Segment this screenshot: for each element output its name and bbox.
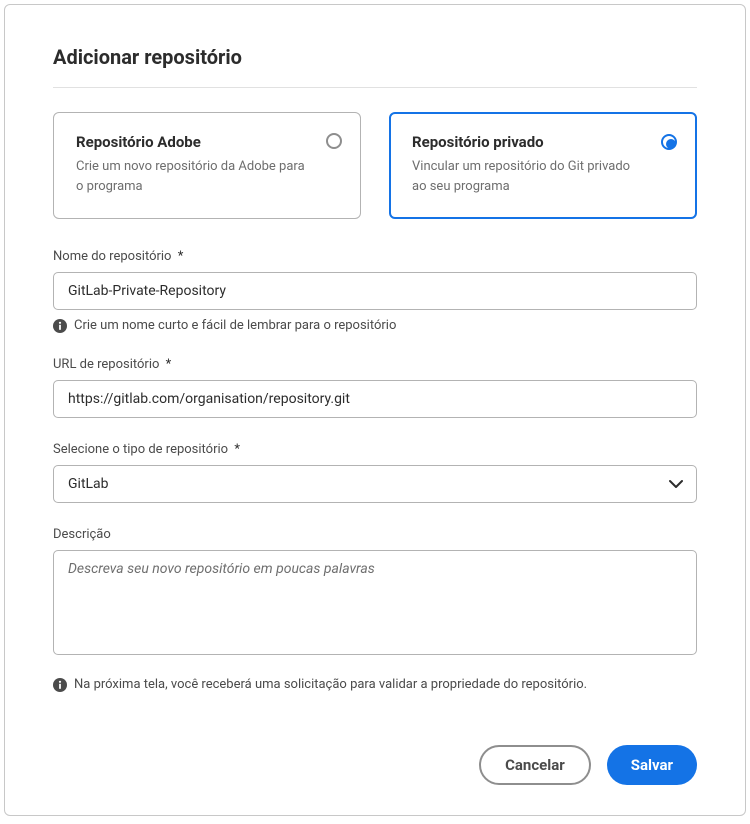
- repo-type-private-title: Repositório privado: [412, 133, 674, 151]
- repo-type-private-desc: Vincular um repositório do Git privado a…: [412, 157, 674, 196]
- description-textarea[interactable]: [53, 550, 697, 655]
- repo-type-label: Selecione o tipo de repositório *: [53, 442, 697, 457]
- radio-unchecked-icon: [326, 133, 342, 149]
- required-mark: *: [234, 442, 240, 457]
- repo-name-label: Nome do repositório *: [53, 249, 697, 264]
- repo-type-adobe-card[interactable]: Repositório Adobe Crie um novo repositór…: [53, 112, 361, 219]
- repo-type-adobe-desc: Crie um novo repositório da Adobe para o…: [76, 157, 338, 196]
- repo-url-input[interactable]: [53, 380, 697, 418]
- repo-type-private-card[interactable]: Repositório privado Vincular um repositó…: [389, 112, 697, 219]
- bottom-hint: Na próxima tela, você receberá uma solic…: [53, 677, 697, 692]
- repo-type-field-group: Selecione o tipo de repositório * GitLab: [53, 442, 697, 503]
- repo-type-adobe-title: Repositório Adobe: [76, 133, 338, 151]
- dialog-title: Adicionar repositório: [53, 45, 697, 69]
- repo-url-label: URL de repositório *: [53, 357, 697, 372]
- info-icon: [53, 678, 67, 692]
- repo-name-input[interactable]: [53, 272, 697, 310]
- info-icon: [53, 319, 67, 333]
- add-repository-dialog: Adicionar repositório Repositório Adobe …: [4, 4, 746, 816]
- save-button[interactable]: Salvar: [607, 745, 697, 785]
- description-label: Descrição: [53, 527, 697, 542]
- divider: [53, 87, 697, 88]
- repo-type-selection: Repositório Adobe Crie um novo repositór…: [53, 112, 697, 219]
- repo-url-field-group: URL de repositório *: [53, 357, 697, 418]
- description-field-group: Descrição: [53, 527, 697, 659]
- required-mark: *: [166, 357, 172, 372]
- required-mark: *: [178, 249, 184, 264]
- cancel-button[interactable]: Cancelar: [479, 745, 591, 785]
- repo-type-select[interactable]: GitLab: [53, 465, 697, 503]
- dialog-actions: Cancelar Salvar: [53, 705, 697, 785]
- radio-checked-icon: [661, 134, 677, 150]
- repo-name-hint: Crie um nome curto e fácil de lembrar pa…: [53, 318, 697, 333]
- repo-name-field-group: Nome do repositório * Crie um nome curto…: [53, 249, 697, 333]
